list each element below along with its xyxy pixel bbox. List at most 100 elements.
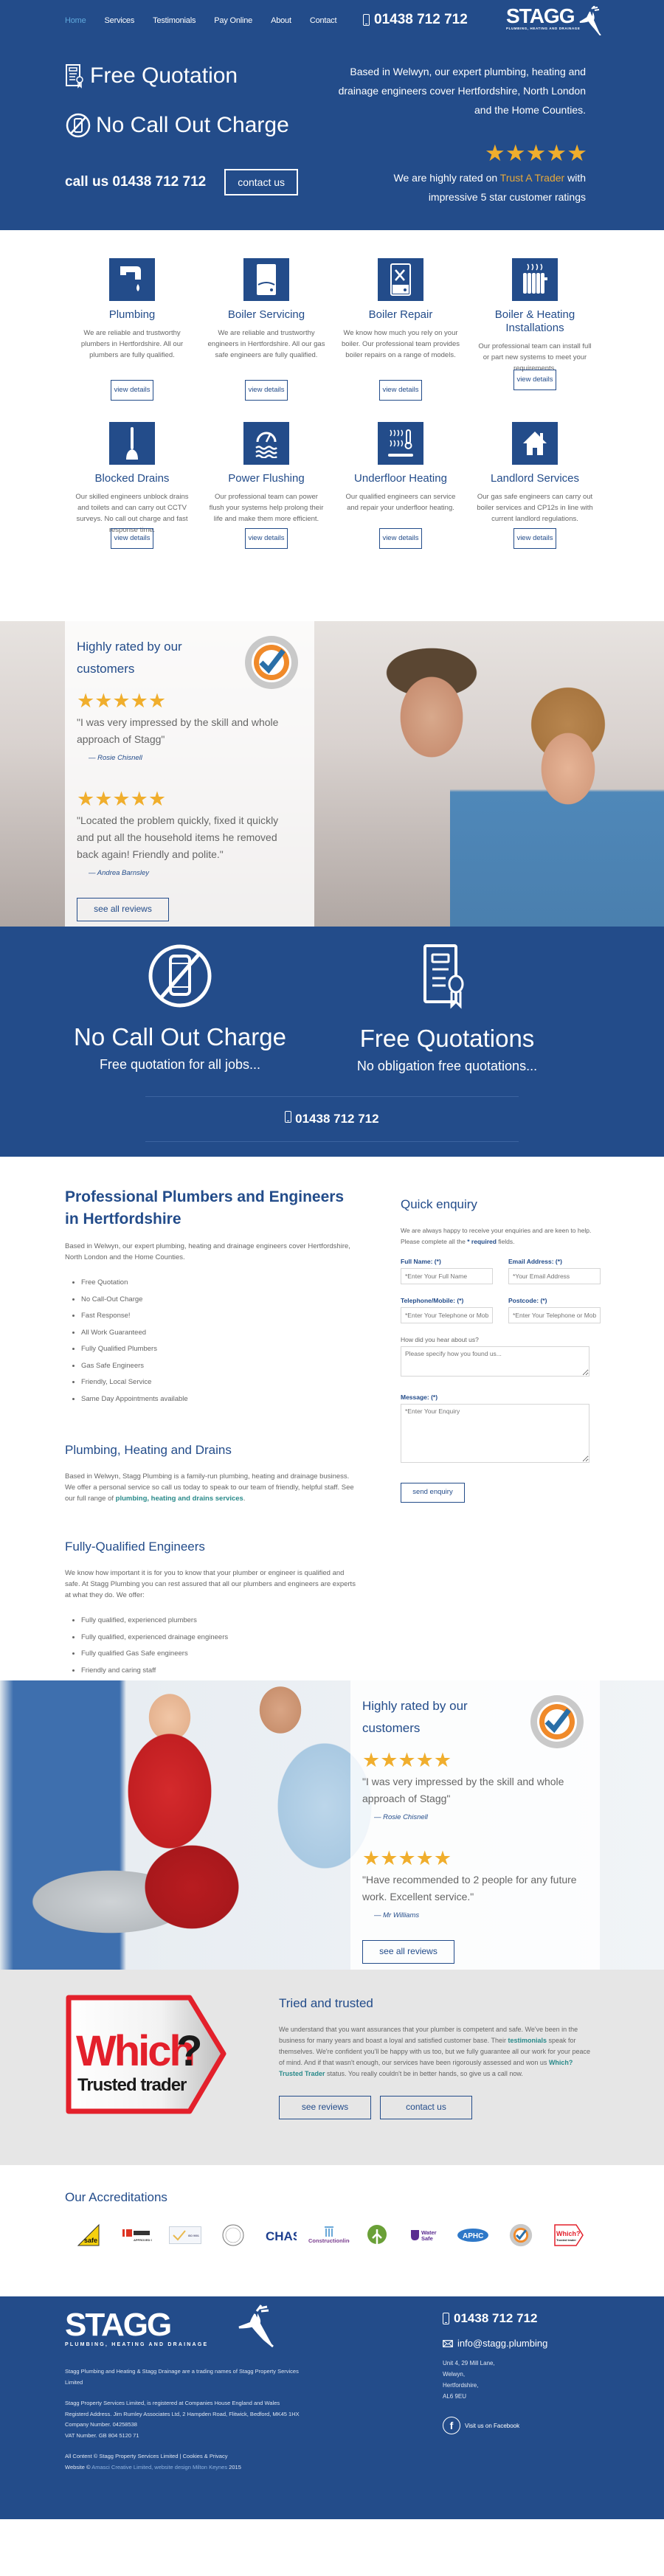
text: . xyxy=(243,1495,246,1503)
footer-logo[interactable]: STAGG PLUMBING, HEATING AND DRAINAGE xyxy=(65,2305,286,2348)
hero-call-text[interactable]: call us 01438 712 712 xyxy=(65,174,206,190)
hero-star-rating: ★★★★★ xyxy=(485,140,587,166)
send-enquiry-button[interactable]: send enquiry xyxy=(401,1483,465,1503)
copyright[interactable]: All Content © Stagg Property Services Li… xyxy=(65,2451,308,2462)
list-item: Friendly, Local Service xyxy=(81,1374,360,1391)
facebook-link[interactable]: f Visit us on Facebook xyxy=(443,2417,547,2434)
environment-logo xyxy=(353,2223,401,2248)
footer-email[interactable]: info@stagg.plumbing xyxy=(443,2338,547,2349)
view-details-button[interactable]: view details xyxy=(245,380,288,401)
chas-logo: CHAS xyxy=(257,2223,305,2248)
header-phone[interactable]: 01438 712 712 xyxy=(363,12,468,28)
nav-about[interactable]: About xyxy=(271,16,291,25)
footer-phone[interactable]: 01438 712 712 xyxy=(443,2311,547,2326)
divider xyxy=(145,1096,519,1097)
feature-no-call-out-label: No Call Out Charge xyxy=(96,113,289,137)
view-details-button[interactable]: view details xyxy=(379,380,422,401)
nav-services[interactable]: Services xyxy=(105,16,135,25)
page-heading: Professional Plumbers and Engineers in H… xyxy=(65,1188,345,1228)
trustatrader-badge-icon xyxy=(245,636,298,689)
list-item: Fully qualified Gas Safe engineers xyxy=(81,1646,360,1663)
message-textarea[interactable] xyxy=(401,1404,589,1463)
view-details-button[interactable]: view details xyxy=(513,370,556,390)
accreditations-section: Our Accreditations safe APPROVED CONTRAC… xyxy=(0,2165,664,2296)
nav-pay-online[interactable]: Pay Online xyxy=(214,16,252,25)
cta-no-call-out: No Call Out Charge Free quotation for al… xyxy=(69,943,291,1073)
email-input[interactable] xyxy=(508,1268,601,1284)
house-icon xyxy=(512,422,558,465)
view-details-button[interactable]: view details xyxy=(245,528,288,549)
hero-intro: Based in Welwyn, our expert plumbing, he… xyxy=(338,66,586,116)
nav-contact[interactable]: Contact xyxy=(310,16,337,25)
review-author: — Rosie Chisnell xyxy=(89,754,142,762)
see-reviews-button[interactable]: see reviews xyxy=(279,2096,371,2119)
intro-paragraph: Based in Welwyn, our expert plumbing, he… xyxy=(65,1242,350,1261)
view-details-button[interactable]: view details xyxy=(111,380,153,401)
testimonial-panel-title: Highly rated by our customers xyxy=(362,1699,468,1735)
testimonials-link[interactable]: testimonials xyxy=(508,2037,547,2044)
hero-call-row: call us 01438 712 712 contact us xyxy=(65,169,299,195)
view-details-button[interactable]: view details xyxy=(513,528,556,549)
view-details-button[interactable]: view details xyxy=(379,528,422,549)
stagg-logo[interactable]: STAGG PLUMBING, HEATING AND DRAINAGE xyxy=(506,6,602,35)
contact-us-button[interactable]: contact us xyxy=(380,2096,472,2119)
cta-title: Free Quotations xyxy=(359,1025,535,1052)
testimonials-section-kitchen: Highly rated by our customers ★★★★★ "I w… xyxy=(0,1680,664,1970)
hear-about-label: How did you hear about us? xyxy=(401,1336,479,1343)
trustatrader-badge-icon xyxy=(530,1695,584,1748)
company-number: Company Number. 04258538 xyxy=(65,2421,137,2428)
tried-paragraph: We understand that you want assurances t… xyxy=(279,2024,596,2080)
svg-text:safe: safe xyxy=(84,2237,97,2244)
cta-phone-number: 01438 712 712 xyxy=(295,1112,379,1126)
text: 2015 xyxy=(227,2463,241,2471)
footer-email-address: info@stagg.plumbing xyxy=(457,2338,548,2349)
service-desc: We are reliable and trustworthy engineer… xyxy=(207,329,325,359)
underfloor-heating-icon xyxy=(378,422,423,465)
testimonial-panel-title: Highly rated by our customers xyxy=(77,640,182,676)
trust-a-trader-link[interactable]: Trust A Trader xyxy=(500,172,564,184)
hear-about-textarea[interactable] xyxy=(401,1346,589,1377)
nav-home[interactable]: Home xyxy=(65,16,86,25)
message-label: Message: (*) xyxy=(401,1393,438,1401)
registration-line: Registerd Address. Jim Rumley Associates… xyxy=(65,2410,300,2417)
paragraph: We know how important it is for you to k… xyxy=(65,1569,356,1599)
email-label: Email Address: (*) xyxy=(508,1258,562,1265)
accredited-approved-logo xyxy=(209,2223,257,2248)
service-title: Landlord Services xyxy=(490,472,580,485)
aphc-logo: APHC xyxy=(449,2223,497,2248)
cta-phone[interactable]: 01438 712 712 xyxy=(0,1111,664,1126)
address-line: Welwyn, xyxy=(443,2371,466,2378)
address-line: AL6 9EU xyxy=(443,2393,467,2400)
hero-contact-button[interactable]: contact us xyxy=(224,169,299,195)
postcode-input[interactable] xyxy=(508,1307,601,1323)
see-all-reviews-button[interactable]: see all reviews xyxy=(362,1940,454,1964)
feature-free-quotation: Free Quotation xyxy=(65,63,289,89)
nav-testimonials[interactable]: Testimonials xyxy=(153,16,196,25)
view-details-button[interactable]: view details xyxy=(111,528,153,549)
full-name-label: Full Name: (*) xyxy=(401,1258,441,1265)
footer: STAGG PLUMBING, HEATING AND DRAINAGE Sta… xyxy=(0,2296,664,2519)
service-desc: We know how much you rely on your boiler… xyxy=(342,329,460,359)
services-section: Plumbing We are reliable and trustworthy… xyxy=(0,230,664,621)
hero-features: Free Quotation No Call Out Charge xyxy=(65,63,289,162)
service-title: Boiler & Heating Installations xyxy=(494,308,575,334)
see-all-reviews-button[interactable]: see all reviews xyxy=(77,898,169,921)
review-stars: ★★★★★ xyxy=(77,690,167,712)
telephone-input[interactable] xyxy=(401,1307,493,1323)
content-main: Professional Plumbers and Engineers in H… xyxy=(65,1186,360,1708)
testimonials-section-family: Highly rated by our customers ★★★★★ "I w… xyxy=(0,621,664,927)
feature-no-call-out: No Call Out Charge xyxy=(65,112,289,139)
full-name-input[interactable] xyxy=(401,1268,493,1284)
header-phone-number: 01438 712 712 xyxy=(374,12,468,27)
stag-icon xyxy=(579,6,601,35)
services-link[interactable]: plumbing, heating and drains services xyxy=(116,1495,243,1503)
tried-and-trusted-section: Which ? Trusted trader Tried and trusted… xyxy=(0,1970,664,2165)
gas-safe-logo: safe xyxy=(65,2223,113,2248)
review-quote: "I was very impressed by the skill and w… xyxy=(362,1776,564,1804)
amasci-link[interactable]: Amasci Creative Limited, website design … xyxy=(91,2464,227,2471)
mobile-phone-icon xyxy=(443,2313,449,2324)
service-title: Plumbing xyxy=(108,308,156,321)
svg-text:Safe: Safe xyxy=(421,2235,433,2242)
tried-content: Tried and trusted We understand that you… xyxy=(279,1996,596,2119)
postcode-label: Postcode: (*) xyxy=(508,1297,547,1304)
